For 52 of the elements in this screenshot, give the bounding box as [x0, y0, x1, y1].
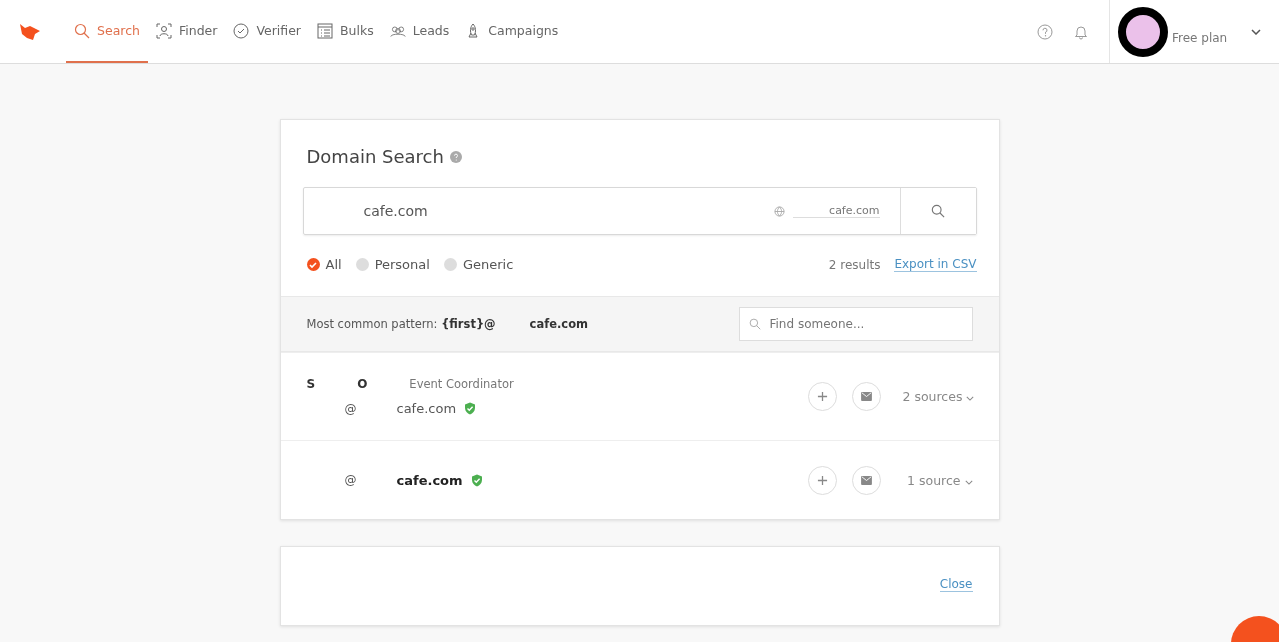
fox-logo-icon[interactable]	[18, 21, 42, 42]
envelope-icon	[860, 392, 872, 401]
plus-icon	[816, 474, 828, 486]
email-button[interactable]	[851, 382, 881, 411]
chevron-down-icon	[964, 479, 973, 485]
last-name: O	[357, 377, 368, 391]
nav-tab[interactable]: Search	[66, 0, 148, 63]
domain-search-field[interactable]: cafe.com cafe.com	[302, 187, 977, 235]
email-at: @	[344, 401, 358, 416]
chevron-down-icon	[1251, 28, 1261, 35]
bell-icon[interactable]	[1073, 23, 1089, 40]
check-circle-icon	[233, 22, 250, 39]
email-domain: cafe.com	[396, 472, 463, 488]
plan-label: Free plan	[1172, 30, 1228, 45]
nav-tab[interactable]: Finder	[147, 0, 226, 63]
globe-icon	[774, 205, 786, 217]
sources-dropdown[interactable]: 2 sources	[902, 389, 973, 404]
find-someone-field[interactable]: Find someone...	[738, 307, 973, 341]
search-icon	[931, 204, 945, 218]
help-icon[interactable]	[1037, 23, 1053, 40]
card-title: Domain Search	[306, 146, 444, 167]
person-frame-icon	[155, 22, 172, 39]
search-query: cafe.com	[363, 203, 429, 219]
nav-tab[interactable]: Leads	[381, 0, 458, 63]
envelope-icon	[860, 475, 872, 485]
email-at: @	[344, 473, 358, 487]
plus-icon	[816, 391, 828, 402]
filter-radio[interactable]: Personal	[355, 257, 430, 272]
add-button[interactable]	[807, 465, 837, 495]
job-position: Event Coordinator	[409, 377, 514, 391]
email-domain: cafe.com	[396, 401, 457, 416]
filter-radio[interactable]: All	[306, 257, 342, 272]
results-count: 2 results	[828, 257, 881, 272]
sources-dropdown[interactable]: 1 source	[902, 472, 973, 488]
close-link[interactable]: Close	[939, 577, 973, 592]
nav-tab[interactable]: Verifier	[225, 0, 309, 63]
avatar-circle	[1118, 6, 1168, 57]
nav-tab[interactable]: Bulks	[309, 0, 382, 63]
search-icon	[74, 22, 90, 39]
nav-tab[interactable]: Campaigns	[457, 0, 567, 63]
help-icon[interactable]	[449, 150, 462, 163]
account-menu[interactable]: Free plan	[1109, 0, 1279, 63]
domain-label: cafe.com	[793, 204, 880, 218]
checkmark-icon	[308, 259, 318, 270]
pattern-text: Most common pattern: {first}@ cafe.com	[306, 317, 590, 331]
chevron-down-icon	[966, 396, 975, 401]
filter-radio[interactable]: Generic	[443, 257, 514, 272]
export-link[interactable]: Export in CSV	[894, 257, 977, 272]
email-button[interactable]	[851, 465, 881, 495]
first-name: S	[306, 377, 316, 391]
list-icon	[317, 22, 333, 39]
add-button[interactable]	[807, 382, 837, 411]
